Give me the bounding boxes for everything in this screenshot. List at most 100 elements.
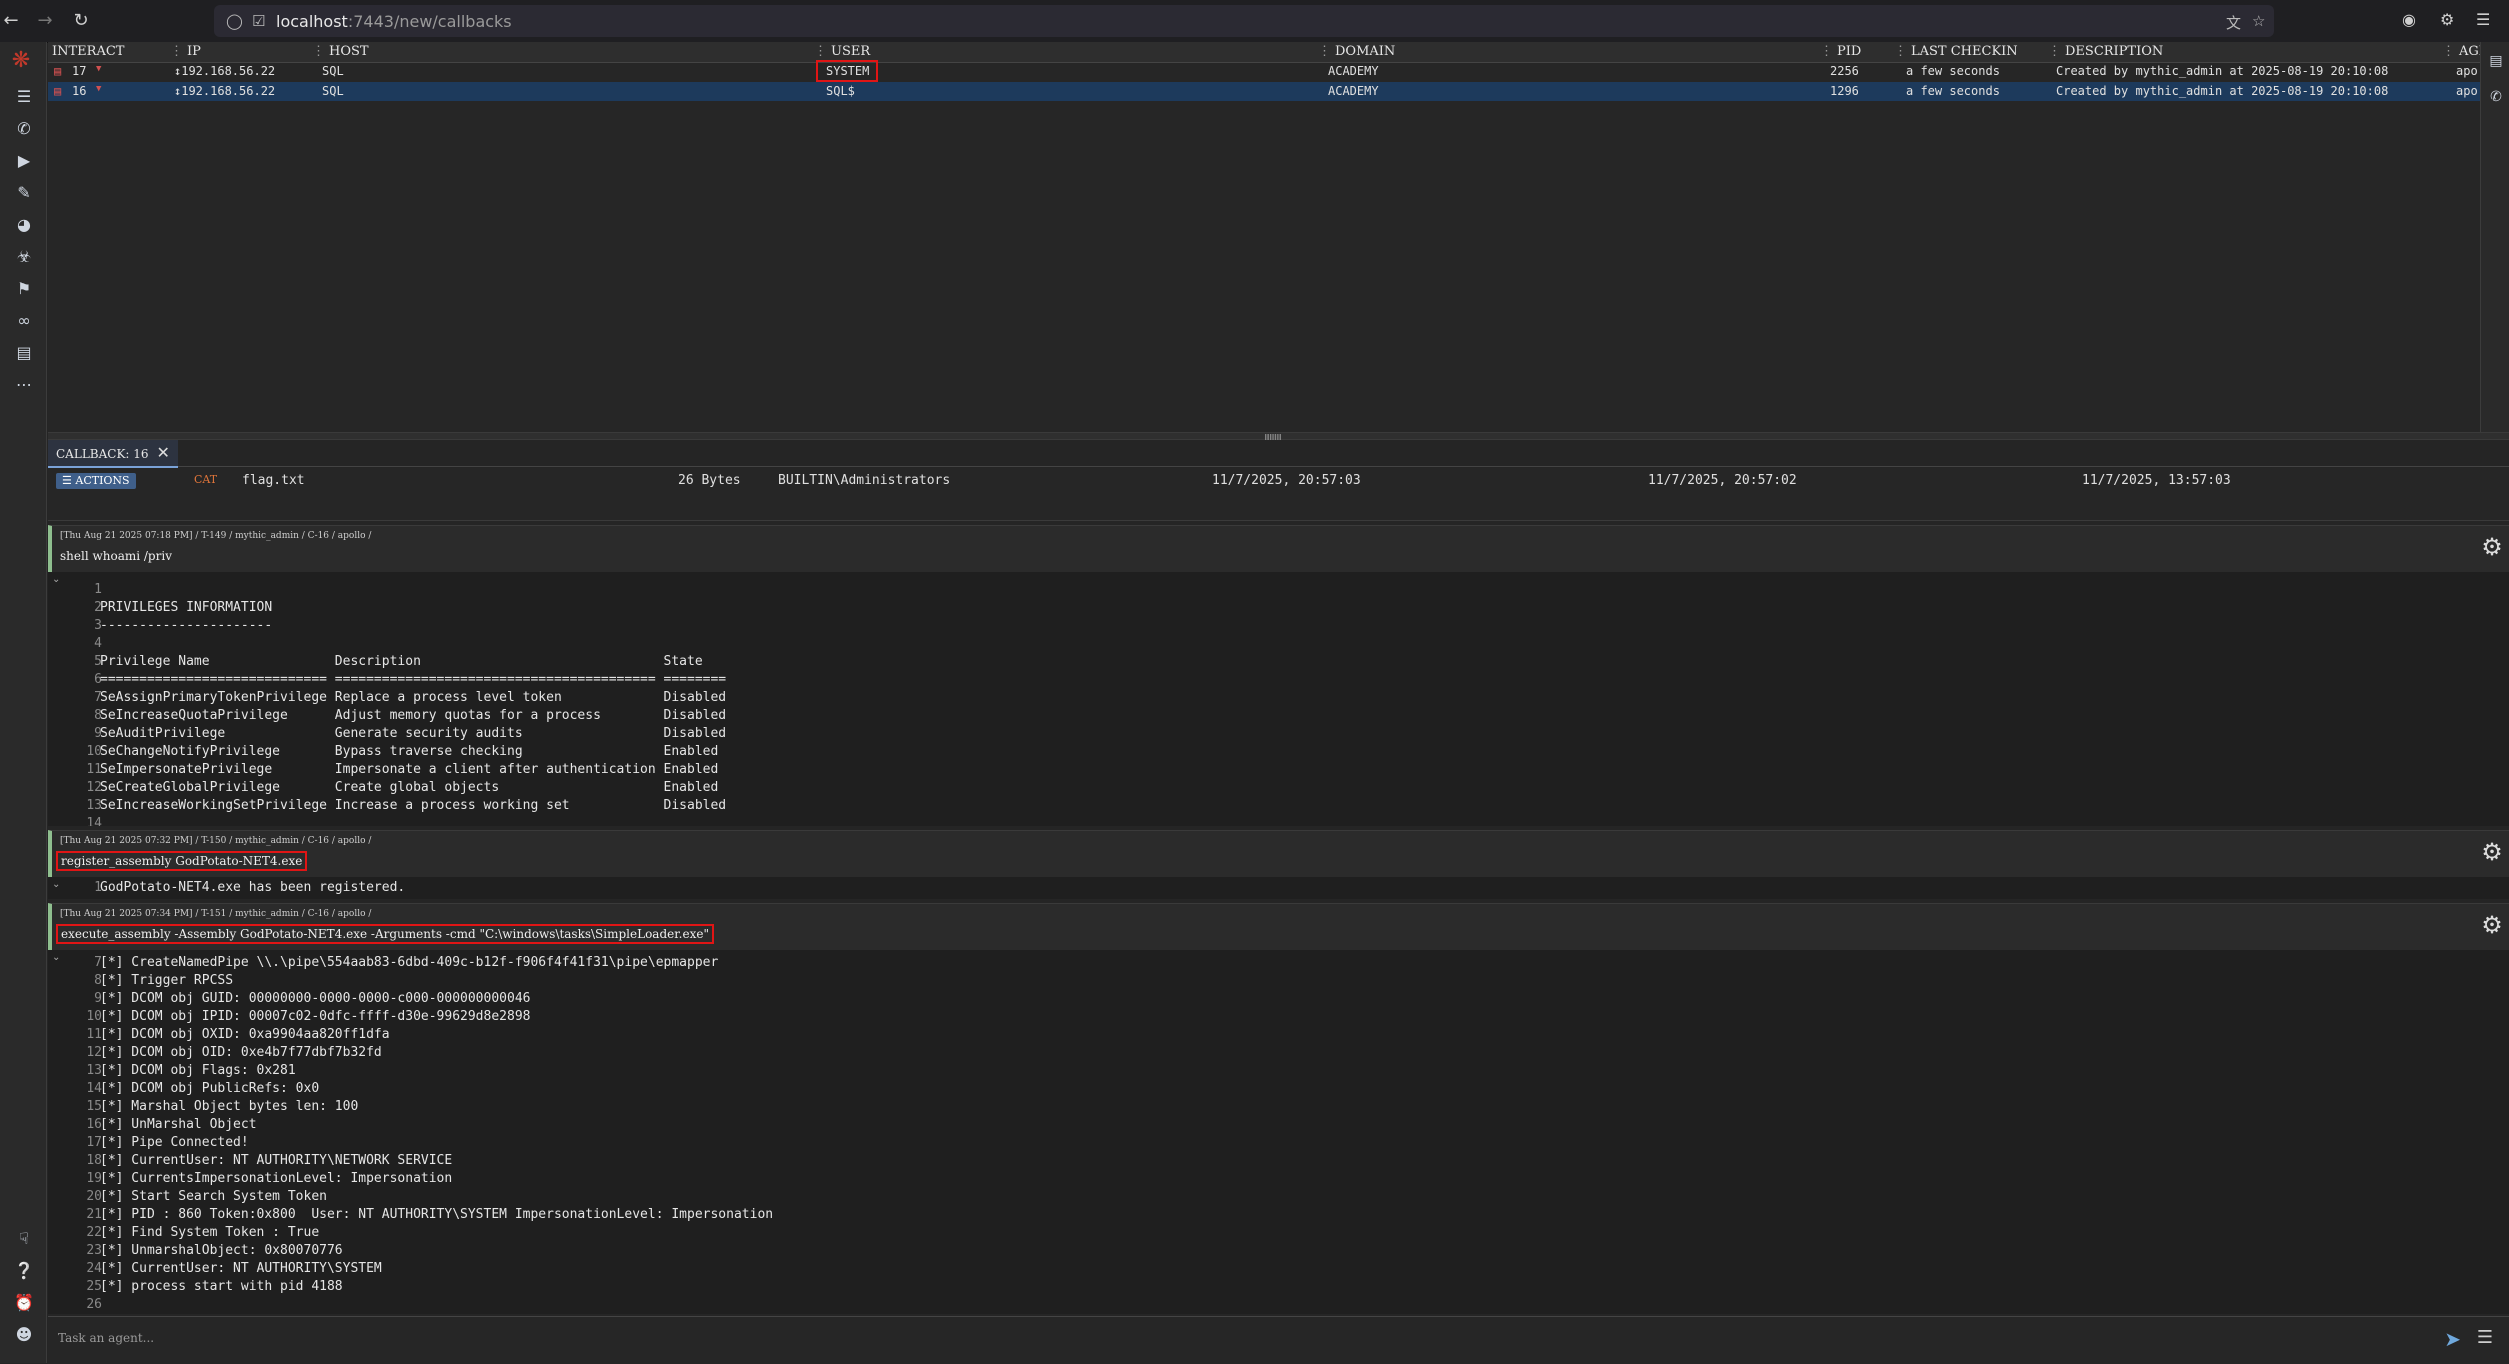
agent-cell: apo: [2456, 64, 2478, 78]
right-toolbar: ▤ ✆: [2480, 42, 2509, 432]
output-line: [*] Marshal Object bytes len: 100: [100, 1099, 359, 1114]
output-line: [*] CurrentUser: NT AUTHORITY\SYSTEM: [100, 1261, 382, 1276]
menu-icon[interactable]: ☰: [2476, 10, 2490, 29]
last-checkin-cell: a few seconds: [1906, 64, 2000, 78]
chart-icon[interactable]: ▤: [2485, 50, 2507, 72]
task-header[interactable]: [Thu Aug 21 2025 07:18 PM] / T-149 / myt…: [48, 525, 2509, 572]
description-cell: Created by mythic_admin at 2025-08-19 20…: [2056, 64, 2389, 78]
task-command-highlighted: execute_assembly -Assembly GodPotato-NET…: [56, 924, 714, 944]
headphones-icon[interactable]: ◕: [13, 214, 35, 236]
play-icon[interactable]: ▶: [13, 150, 35, 172]
task-input[interactable]: Task an agent...: [58, 1331, 154, 1345]
output-line: [*] Pipe Connected!: [100, 1135, 249, 1150]
dropdown-icon[interactable]: ▼: [96, 64, 101, 74]
reload-icon[interactable]: ↻: [70, 10, 92, 32]
mythic-logo-icon[interactable]: ❋: [10, 50, 32, 72]
task-output: ⌄ 1 GodPotato-NET4.exe has been registere…: [48, 877, 2509, 899]
tab-callback-16[interactable]: CALLBACK: 16 ✕: [48, 440, 178, 468]
gear-icon[interactable]: ⚙: [2479, 839, 2505, 865]
send-icon[interactable]: ➤: [2444, 1327, 2461, 1351]
output-line: SeIncreaseQuotaPrivilege Adjust memory q…: [100, 708, 727, 723]
gear-icon[interactable]: ⚙: [2479, 534, 2505, 560]
task-output: ⌄ 1 2 PRIVILEGES INFORMATION 3 -------------…: [48, 572, 2509, 826]
line-number: 2: [94, 600, 102, 615]
phone-add-icon[interactable]: ✆: [2485, 86, 2507, 108]
col-domain[interactable]: ⋮ DOMAIN: [1318, 44, 1395, 59]
bug-icon[interactable]: ☣: [13, 246, 35, 268]
user-settings-icon[interactable]: ☻: [13, 1324, 35, 1346]
task-header[interactable]: [Thu Aug 21 2025 07:32 PM] / T-150 / myt…: [48, 830, 2509, 877]
col-host[interactable]: ⋮ HOST: [312, 44, 369, 59]
more-icon[interactable]: ⋯: [13, 374, 35, 396]
task-input-bar[interactable]: Task an agent... ➤ ☰: [48, 1316, 2509, 1364]
account-icon[interactable]: ◉: [2402, 10, 2416, 29]
col-ip[interactable]: ⋮ IP: [170, 44, 201, 59]
user-highlight-box: [816, 60, 878, 82]
dropdown-icon[interactable]: ▼: [96, 84, 101, 94]
line-number: 20: [86, 1189, 102, 1204]
line-number: 23: [86, 1243, 102, 1258]
gear-icon[interactable]: ⚙: [2479, 912, 2505, 938]
line-number: 15: [86, 1099, 102, 1114]
interact-id[interactable]: 16: [72, 84, 86, 98]
extensions-icon[interactable]: ⚙: [2440, 10, 2454, 29]
col-pid[interactable]: ⋮ PID: [1820, 44, 1861, 59]
table-row-selected[interactable]: ▤ 16 ▼ ↕192.168.56.22 SQL SQL$ ACADEMY 1…: [48, 82, 2480, 101]
domain-cell: ACADEMY: [1328, 64, 1379, 78]
table-row[interactable]: ▤ 17 ▼ ↕192.168.56.22 SQL SYSTEM ACADEMY…: [48, 62, 2480, 81]
col-description[interactable]: ⋮ DESCRIPTION: [2048, 44, 2163, 59]
translate-icon[interactable]: 文: [2226, 12, 2241, 33]
tab-label: CALLBACK: 16: [56, 447, 149, 461]
line-number: 3: [94, 618, 102, 633]
thumbs-down-icon[interactable]: ☟: [13, 1228, 35, 1250]
keyboard-icon[interactable]: ▤: [54, 64, 61, 78]
hamburger-menu-icon[interactable]: ☰: [13, 86, 35, 108]
interact-id[interactable]: 17: [72, 64, 86, 78]
output-line: [*] DCOM obj OXID: 0xa9904aa820ff1dfa: [100, 1027, 390, 1042]
line-number: 16: [86, 1117, 102, 1132]
phone-callbacks-icon[interactable]: ✆: [13, 118, 35, 140]
collapse-icon[interactable]: ⌄: [52, 574, 60, 585]
line-number: 24: [86, 1261, 102, 1276]
panel-resize-handle[interactable]: ||||||||||: [48, 432, 2509, 442]
file-date-1: 11/7/2025, 20:57:03: [1212, 473, 1361, 488]
close-icon[interactable]: ✕: [157, 443, 170, 462]
line-number: 14: [86, 816, 102, 826]
forward-icon[interactable]: →: [34, 10, 56, 32]
tune-options-icon[interactable]: ☰: [2477, 1327, 2493, 1348]
line-number: 8: [94, 973, 102, 988]
line-number: 8: [94, 708, 102, 723]
ip-cell: ↕192.168.56.22: [174, 84, 276, 98]
col-last-checkin[interactable]: ⋮ LAST CHECKIN: [1894, 44, 2018, 59]
pencil-icon[interactable]: ✎: [13, 182, 35, 204]
line-number: 10: [86, 1009, 102, 1024]
line-number: 21: [86, 1207, 102, 1222]
line-number: 26: [86, 1297, 102, 1312]
book-icon[interactable]: ▤: [13, 342, 35, 364]
collapse-icon[interactable]: ⌄: [52, 952, 60, 963]
pid-cell: 1296: [1830, 84, 1859, 98]
col-user[interactable]: ⋮ USER: [814, 44, 870, 59]
collapse-icon[interactable]: ⌄: [52, 879, 60, 890]
file-name[interactable]: flag.txt: [242, 473, 305, 488]
task-header[interactable]: [Thu Aug 21 2025 07:34 PM] / T-151 / myt…: [48, 903, 2509, 950]
output-line: PRIVILEGES INFORMATION: [100, 600, 273, 615]
flag-icon[interactable]: ⚑: [13, 278, 35, 300]
bookmark-star-icon[interactable]: ☆: [2252, 12, 2265, 30]
line-number: 7: [94, 690, 102, 705]
keyboard-icon[interactable]: ▤: [54, 84, 61, 98]
alarm-icon[interactable]: ⏰: [13, 1292, 35, 1314]
col-interact[interactable]: INTERACT: [52, 44, 124, 59]
lock-icon: ☑: [252, 12, 266, 30]
help-icon[interactable]: ❔: [13, 1260, 35, 1282]
output-line: SeAssignPrimaryTokenPrivilege Replace a …: [100, 690, 727, 705]
back-icon[interactable]: ←: [0, 10, 22, 32]
task-meta: [Thu Aug 21 2025 07:34 PM] / T-151 / myt…: [60, 909, 372, 919]
left-navigation: ❋ ☰ ✆ ▶ ✎ ◕ ☣ ⚑ ∞ ▤ ⋯ ☟ ❔ ⏰ ☻: [0, 42, 47, 1363]
line-number: 9: [94, 991, 102, 1006]
address-bar[interactable]: ◯ ☑ localhost:7443/new/callbacks 文 ☆: [214, 5, 2274, 37]
link-icon[interactable]: ∞: [13, 310, 35, 332]
actions-button[interactable]: ☰ ACTIONS: [56, 473, 136, 489]
line-number: 18: [86, 1153, 102, 1168]
line-number: 6: [94, 672, 102, 687]
